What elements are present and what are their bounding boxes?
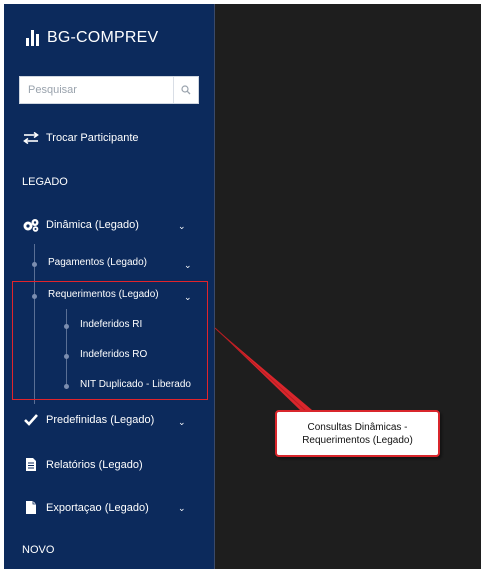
annotation-pointer — [214, 327, 312, 412]
callout-line-2: Requerimentos (Legado) — [302, 434, 413, 446]
annotation-callout: Consultas Dinâmicas - Requerimentos (Leg… — [275, 410, 440, 457]
callout-line-1: Consultas Dinâmicas - — [307, 421, 408, 433]
